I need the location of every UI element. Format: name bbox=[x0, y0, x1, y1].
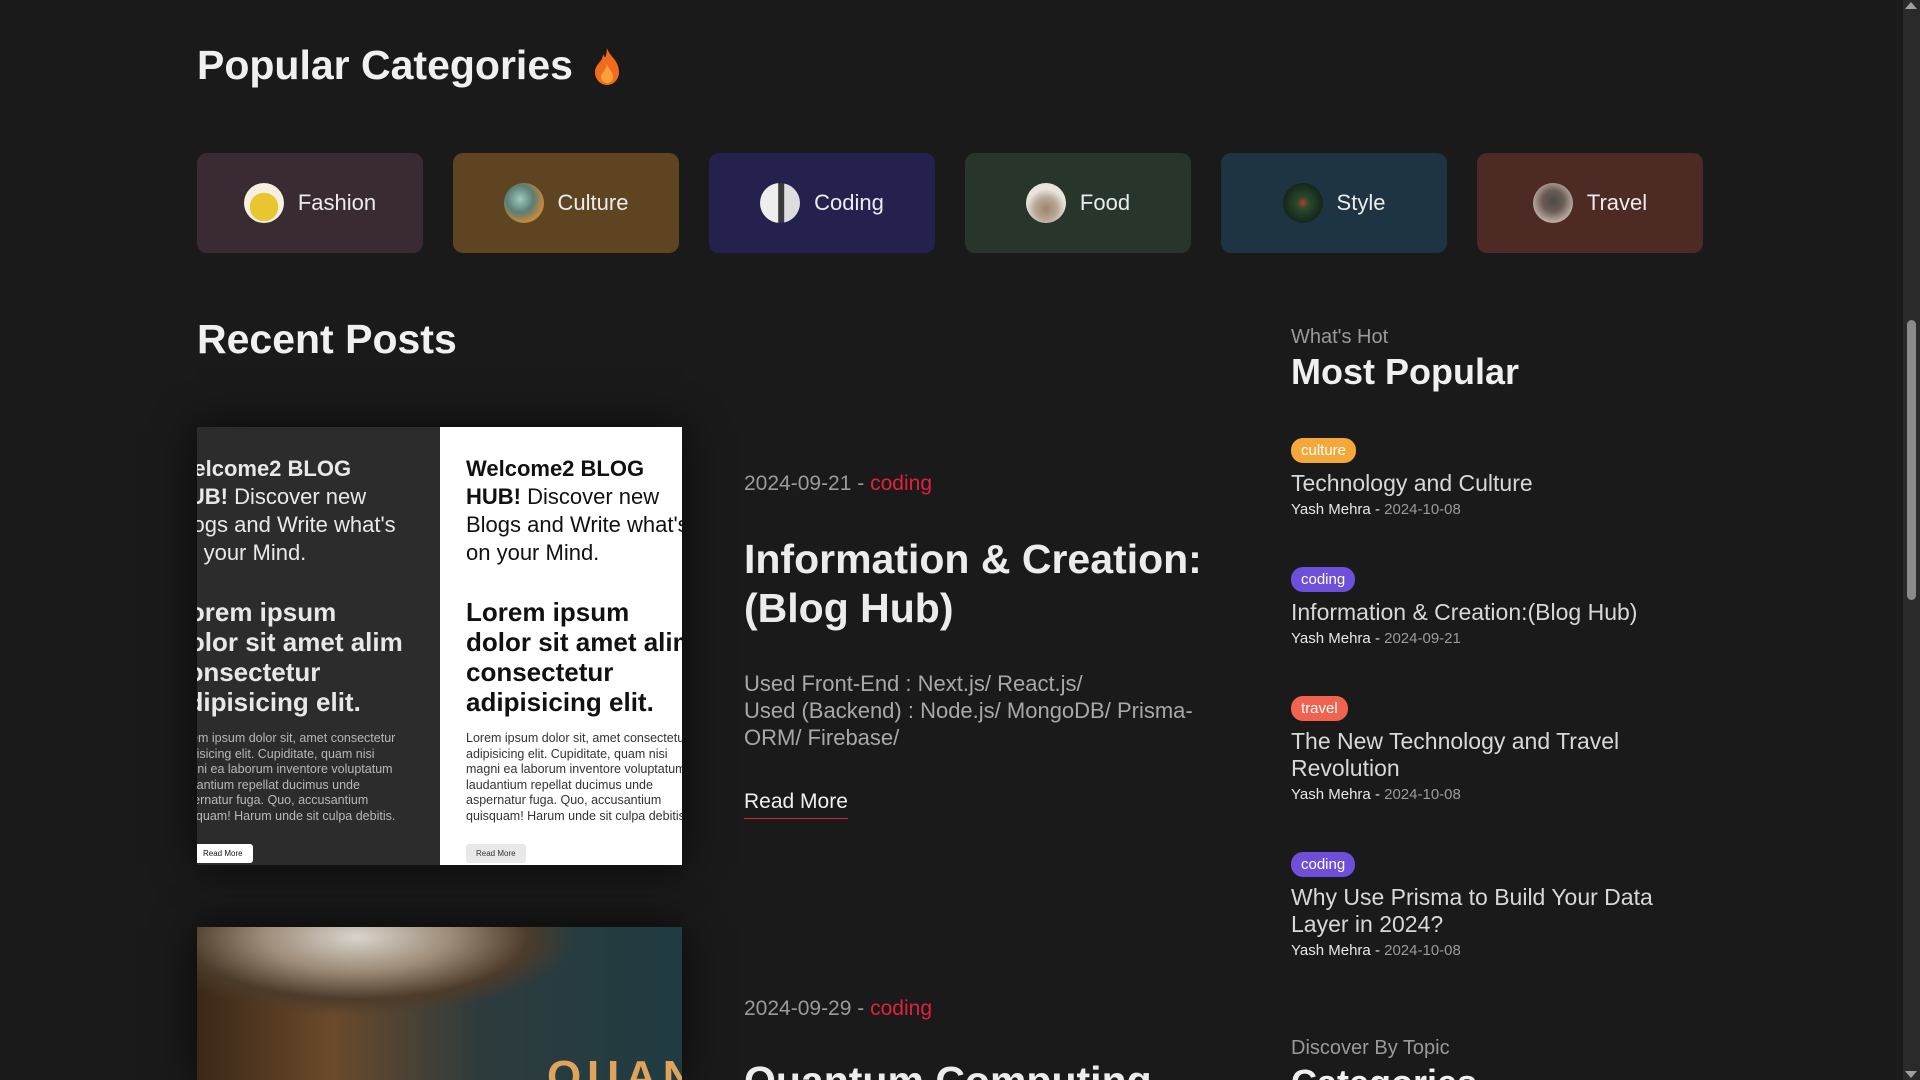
popular-item[interactable]: coding Why Use Prisma to Build Your Data… bbox=[1291, 852, 1711, 959]
category-label: Culture bbox=[557, 190, 629, 215]
date: 2024-10-08 bbox=[1384, 942, 1461, 959]
most-popular-header: What's Hot Most Popular bbox=[1291, 326, 1711, 393]
popular-item-byline: Yash Mehra - 2024-09-21 bbox=[1291, 630, 1711, 647]
popular-item-byline: Yash Mehra - 2024-10-08 bbox=[1291, 501, 1711, 518]
popular-item-title[interactable]: Information & Creation:(Blog Hub) bbox=[1291, 599, 1711, 626]
category-travel[interactable]: Travel bbox=[1477, 153, 1703, 253]
page-scrollbar[interactable] bbox=[1903, 0, 1920, 1080]
date: 2024-10-08 bbox=[1384, 786, 1461, 803]
popular-item[interactable]: travel The New Technology and Travel Rev… bbox=[1291, 696, 1711, 803]
recent-posts-heading: Recent Posts bbox=[197, 316, 457, 362]
post-meta: 2024-09-29 - coding bbox=[744, 997, 932, 1021]
scroll-up-arrow-icon[interactable] bbox=[1905, 2, 1917, 9]
popular-categories-heading: Popular Categories bbox=[197, 42, 623, 89]
category-label: Coding bbox=[814, 190, 884, 215]
author: Yash Mehra bbox=[1291, 501, 1371, 518]
post-desc-line: Used (Backend) : Node.js/ MongoDB/ Prism… bbox=[744, 698, 1193, 750]
mock-small: Lorem ipsum dolor sit, amet consectetur … bbox=[197, 731, 396, 823]
food-avatar-icon bbox=[1025, 183, 1066, 223]
byline-separator: - bbox=[1374, 942, 1380, 959]
category-food[interactable]: Food bbox=[965, 153, 1191, 253]
post-date: 2024-09-29 bbox=[744, 997, 852, 1020]
category-culture[interactable]: Culture bbox=[453, 153, 679, 253]
category-list: Fashion Culture Coding Food Style Travel bbox=[197, 153, 1703, 253]
popular-item[interactable]: culture Technology and Culture Yash Mehr… bbox=[1291, 438, 1711, 518]
category-label: Food bbox=[1079, 190, 1131, 215]
category-badge[interactable]: coding bbox=[1291, 852, 1356, 877]
post-thumbnail[interactable]: Welcome2 BLOG HUB! Discover new Blogs an… bbox=[197, 427, 682, 865]
post-date: 2024-09-21 bbox=[744, 472, 852, 495]
popular-item[interactable]: coding Information & Creation:(Blog Hub)… bbox=[1291, 567, 1711, 647]
post-category-link[interactable]: coding bbox=[870, 997, 932, 1020]
quantum-image-text: QUANT bbox=[547, 1052, 682, 1080]
category-badge[interactable]: culture bbox=[1291, 438, 1357, 463]
author: Yash Mehra bbox=[1291, 630, 1371, 647]
mock-lead: Lorem ipsum dolor sit amet alim consecte… bbox=[197, 597, 403, 717]
post-thumbnail[interactable]: QUANT bbox=[197, 927, 682, 1080]
post-title[interactable]: Quantum Computing bbox=[744, 1057, 1244, 1080]
scrollbar-thumb[interactable] bbox=[1907, 320, 1916, 600]
post-meta: 2024-09-21 - coding bbox=[744, 472, 932, 496]
mock-lead: Lorem ipsum dolor sit amet alim consecte… bbox=[466, 597, 682, 717]
travel-avatar-icon bbox=[1532, 183, 1573, 223]
category-badge[interactable]: travel bbox=[1291, 696, 1348, 721]
post-title[interactable]: Information & Creation:(Blog Hub) bbox=[744, 535, 1244, 633]
thumbnail-light-mock: Welcome2 BLOG HUB! Discover new Blogs an… bbox=[440, 427, 682, 865]
read-more-link[interactable]: Read More bbox=[744, 790, 848, 819]
popular-categories-title: Popular Categories bbox=[197, 42, 573, 88]
post-description: Used Front-End : Next.js/ React.js/ Used… bbox=[744, 670, 1244, 751]
scroll-down-arrow-icon[interactable] bbox=[1905, 1071, 1917, 1078]
fire-icon bbox=[594, 47, 619, 85]
style-avatar-icon bbox=[1282, 183, 1323, 223]
date: 2024-09-21 bbox=[1384, 630, 1461, 647]
category-badge[interactable]: coding bbox=[1291, 567, 1356, 592]
whats-hot-subtitle: What's Hot bbox=[1291, 326, 1389, 348]
byline-separator: - bbox=[1374, 786, 1380, 803]
discover-subtitle: Discover By Topic bbox=[1291, 1037, 1450, 1059]
byline-separator: - bbox=[1374, 501, 1380, 518]
culture-avatar-icon bbox=[503, 183, 544, 223]
date: 2024-10-08 bbox=[1384, 501, 1461, 518]
popular-item-byline: Yash Mehra - 2024-10-08 bbox=[1291, 786, 1711, 803]
coding-avatar-icon bbox=[760, 183, 801, 223]
category-coding[interactable]: Coding bbox=[709, 153, 935, 253]
mock-small: Lorem ipsum dolor sit, amet consectetur … bbox=[466, 731, 682, 823]
fashion-avatar-icon bbox=[243, 183, 284, 223]
categories-title: Categories bbox=[1291, 1062, 1477, 1080]
popular-item-byline: Yash Mehra - 2024-10-08 bbox=[1291, 942, 1711, 959]
author: Yash Mehra bbox=[1291, 786, 1371, 803]
post-desc-line: Used Front-End : Next.js/ React.js/ bbox=[744, 671, 1083, 696]
category-style[interactable]: Style bbox=[1221, 153, 1447, 253]
mock-button: Read More bbox=[466, 844, 526, 863]
category-fashion[interactable]: Fashion bbox=[197, 153, 423, 253]
category-label: Style bbox=[1336, 190, 1386, 215]
thumbnail-dark-mock: Welcome2 BLOG HUB! Discover new Blogs an… bbox=[197, 427, 440, 865]
most-popular-title: Most Popular bbox=[1291, 351, 1520, 392]
category-label: Fashion bbox=[297, 190, 377, 215]
byline-separator: - bbox=[1374, 630, 1380, 647]
popular-item-title[interactable]: The New Technology and Travel Revolution bbox=[1291, 728, 1711, 782]
meta-separator: - bbox=[857, 472, 865, 495]
meta-separator: - bbox=[857, 997, 865, 1020]
category-label: Travel bbox=[1586, 190, 1648, 215]
mock-button: Read More bbox=[197, 844, 253, 863]
popular-item-title[interactable]: Why Use Prisma to Build Your Data Layer … bbox=[1291, 884, 1711, 938]
author: Yash Mehra bbox=[1291, 942, 1371, 959]
popular-item-title[interactable]: Technology and Culture bbox=[1291, 470, 1711, 497]
post-category-link[interactable]: coding bbox=[870, 472, 932, 495]
